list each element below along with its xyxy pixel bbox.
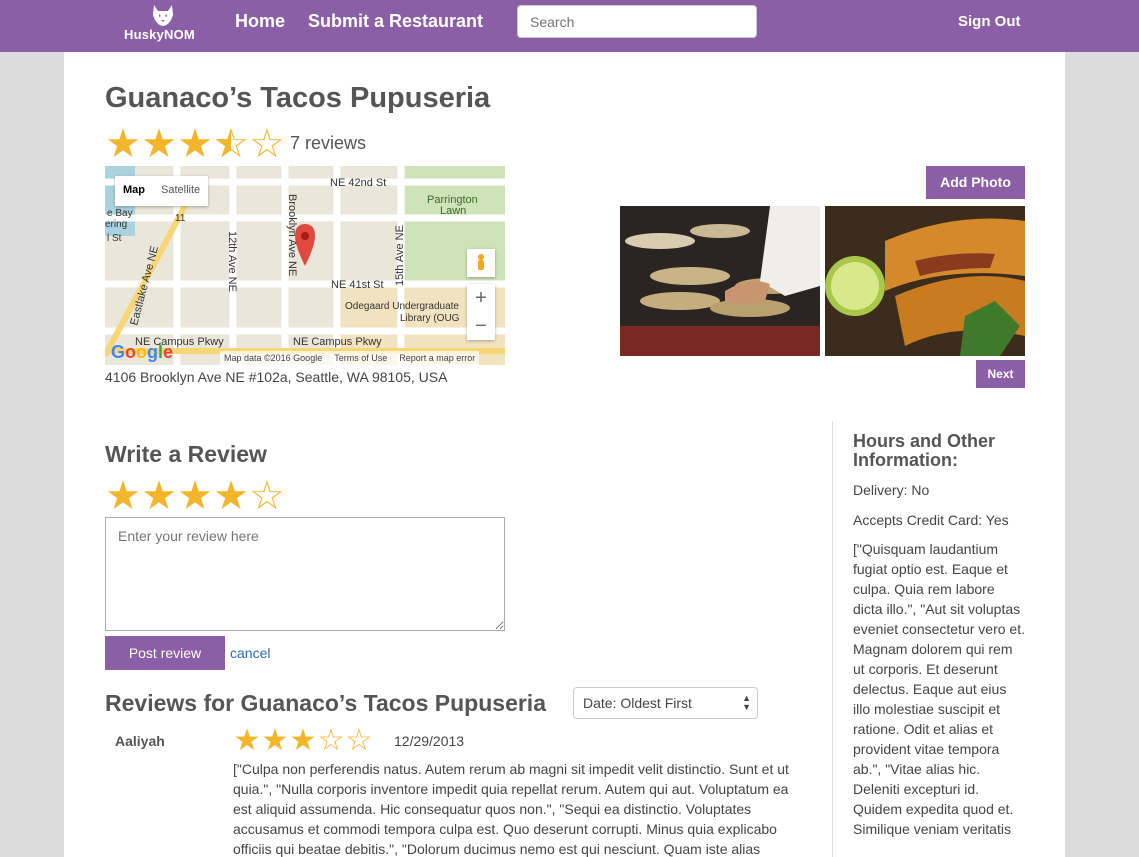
select-arrows-icon: ▲ ▼ <box>742 693 751 712</box>
svg-text:Brooklyn Ave NE: Brooklyn Ave NE <box>286 194 298 276</box>
zoom-out-button[interactable]: − <box>467 312 495 340</box>
sort-select[interactable]: Date: Oldest First ▲ ▼ <box>573 687 758 719</box>
sidebar-heading: Hours and Other Information: <box>853 431 996 470</box>
star-icon[interactable]: ★ <box>213 476 249 516</box>
write-review-heading: Write a Review <box>105 441 267 467</box>
reviews-heading: Reviews for Guanaco’s Tacos Pupuseria <box>105 690 546 716</box>
sidebar-info-text: ["Quisquam laudantium fugiat optio est. … <box>853 541 1025 837</box>
credit-card-info: Accepts Credit Card: Yes <box>853 512 1009 528</box>
half-star-icon: ★ ☆ <box>213 122 249 166</box>
signout-link[interactable]: Sign Out <box>958 13 1021 30</box>
sort-select-value: Date: Oldest First <box>583 695 692 711</box>
post-review-button[interactable]: Post review <box>105 636 225 670</box>
star-icon[interactable]: ★ <box>141 476 177 516</box>
svg-text:ering: ering <box>105 219 127 230</box>
pegman-icon[interactable] <box>467 249 495 277</box>
map-data-credit: Map data ©2016 Google <box>224 353 323 363</box>
satellite-button[interactable]: Satellite <box>153 176 208 206</box>
star-icon: ★ <box>233 724 261 757</box>
search-input[interactable] <box>517 5 757 38</box>
star-icon[interactable]: ★ <box>177 476 213 516</box>
husky-icon <box>153 5 173 26</box>
review-rating-input[interactable]: ★ ★ ★ ★ ☆ <box>105 476 285 516</box>
star-icon: ★ <box>177 122 213 166</box>
empty-star-icon: ☆ <box>345 724 373 757</box>
nav-submit-link[interactable]: Submit a Restaurant <box>308 11 483 32</box>
map-button[interactable]: Map <box>115 176 153 206</box>
restaurant-title: Guanaco’s Tacos Pupuseria <box>105 82 491 114</box>
star-icon: ★ <box>289 724 317 757</box>
nav-home-link[interactable]: Home <box>235 11 285 32</box>
empty-star-icon: ☆ <box>249 122 285 166</box>
svg-text:Lawn: Lawn <box>440 205 466 217</box>
star-icon: ★ <box>141 122 177 166</box>
map[interactable]: NE 42nd St Parrington Lawn NE 41st St Od… <box>105 166 505 365</box>
svg-text:11: 11 <box>175 213 186 224</box>
restaurant-rating: ★ ★ ★ ★ ☆ ☆ <box>105 124 285 164</box>
add-photo-button[interactable]: Add Photo <box>926 166 1025 199</box>
star-icon[interactable]: ★ <box>105 476 141 516</box>
review-rating: ★ ★ ★ ☆ ☆ <box>233 726 373 756</box>
svg-text:12th Ave NE: 12th Ave NE <box>226 231 238 292</box>
google-logo: Google <box>111 342 174 362</box>
svg-text:Library (OUG: Library (OUG <box>400 313 460 324</box>
logo[interactable]: HuskyNOM <box>118 0 208 50</box>
sidebar-divider <box>832 421 833 857</box>
review-author[interactable]: Aaliyah <box>115 733 165 749</box>
zoom-control: + − <box>467 284 495 340</box>
svg-text:l St: l St <box>107 233 122 244</box>
svg-text:15th Ave NE: 15th Ave NE <box>394 225 406 286</box>
top-nav: HuskyNOM Home Submit a Restaurant Sign O… <box>0 0 1139 52</box>
reviews-count[interactable]: 7 reviews <box>290 133 366 154</box>
map-footer: Map data ©2016 Google Terms of Use Repor… <box>220 351 480 365</box>
next-photo-button[interactable]: Next <box>976 360 1025 388</box>
empty-star-icon: ☆ <box>317 724 345 757</box>
zoom-in-button[interactable]: + <box>467 284 495 312</box>
report-error-link[interactable]: Report a map error <box>399 353 475 363</box>
restaurant-photo[interactable] <box>620 206 820 356</box>
cancel-link[interactable]: cancel <box>230 645 270 661</box>
review-textarea[interactable] <box>105 517 505 631</box>
svg-text:Odegaard Undergraduate: Odegaard Undergraduate <box>345 301 459 312</box>
star-icon: ★ <box>261 724 289 757</box>
review-date: 12/29/2013 <box>394 733 465 749</box>
restaurant-address: 4106 Brooklyn Ave NE #102a, Seattle, WA … <box>105 369 448 385</box>
restaurant-photo[interactable] <box>825 206 1025 356</box>
svg-text:e Bay: e Bay <box>107 208 133 219</box>
logo-text: HuskyNOM <box>124 27 195 42</box>
svg-text:NE 41st St: NE 41st St <box>331 279 384 291</box>
delivery-info: Delivery: No <box>853 482 930 498</box>
map-type-toggle: Map Satellite <box>115 176 209 206</box>
terms-link[interactable]: Terms of Use <box>334 353 387 363</box>
empty-star-icon[interactable]: ☆ <box>249 476 285 516</box>
review-text: ["Culpa non perferendis natus. Autem rer… <box>233 761 789 857</box>
svg-text:NE Campus Pkwy: NE Campus Pkwy <box>293 336 382 348</box>
star-icon: ★ <box>105 122 141 166</box>
svg-text:NE 42nd St: NE 42nd St <box>330 177 386 189</box>
